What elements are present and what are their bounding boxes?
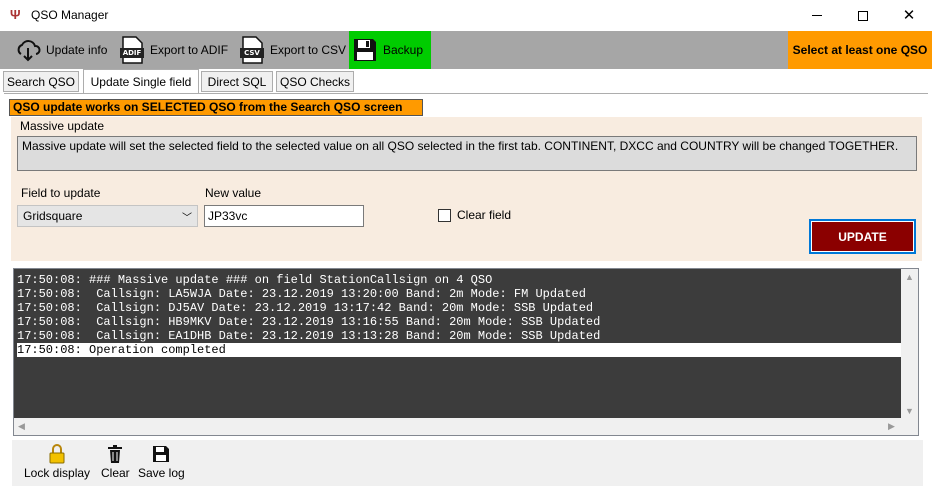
field-select-value: Gridsquare: [23, 209, 83, 223]
group-title: Massive update: [20, 119, 105, 133]
lock-display-button[interactable]: Lock display: [24, 444, 90, 480]
bottom-toolbar: Lock display Clear Save log: [12, 440, 923, 486]
floppy-disk-icon: [152, 444, 170, 464]
scroll-left-icon[interactable]: ◀: [18, 422, 25, 431]
log-line[interactable]: 17:50:08: Callsign: HB9MKV Date: 23.12.2…: [17, 315, 902, 329]
horizontal-scrollbar[interactable]: ◀ ▶: [14, 418, 901, 435]
export-csv-button[interactable]: CSV Export to CSV: [238, 31, 346, 69]
log-line[interactable]: 17:50:08: Callsign: LA5WJA Date: 23.12.2…: [17, 287, 902, 301]
new-value-input[interactable]: JP33vc: [204, 205, 364, 227]
log-line-selected[interactable]: 17:50:08: Operation completed: [17, 343, 902, 357]
minimize-icon: [812, 15, 822, 16]
adif-file-icon: ADIF: [118, 36, 146, 64]
vertical-scrollbar[interactable]: ▲ ▼: [901, 269, 918, 419]
window-title: QSO Manager: [31, 8, 109, 22]
chevron-down-icon: ﹀: [182, 213, 192, 224]
export-csv-label: Export to CSV: [270, 43, 347, 57]
csv-file-icon: CSV: [238, 36, 266, 64]
close-button[interactable]: ✕: [886, 0, 932, 31]
tab-direct-sql[interactable]: Direct SQL: [201, 71, 273, 92]
clear-label: Clear: [101, 466, 130, 480]
group-description: Massive update will set the selected fie…: [17, 136, 917, 171]
lock-icon: [49, 444, 65, 464]
maximize-icon: [858, 10, 868, 21]
tab-update-single-field[interactable]: Update Single field: [83, 69, 199, 93]
trash-icon: [107, 444, 123, 464]
scroll-down-icon[interactable]: ▼: [905, 407, 914, 416]
maximize-button[interactable]: [840, 0, 886, 31]
update-button[interactable]: UPDATE: [809, 219, 916, 254]
csv-badge: CSV: [242, 48, 262, 58]
lock-display-label: Lock display: [24, 466, 91, 480]
update-info-label: Update info: [46, 43, 108, 57]
new-value-label: New value: [205, 186, 262, 200]
tab-search-qso[interactable]: Search QSO: [3, 71, 79, 92]
massive-update-group: Massive update Massive update will set t…: [11, 117, 922, 261]
clear-field-label: Clear field: [457, 208, 512, 222]
backup-button[interactable]: Backup: [349, 31, 431, 69]
scroll-right-icon[interactable]: ▶: [888, 422, 895, 431]
floppy-disk-icon: [351, 36, 379, 64]
save-log-label: Save log: [138, 466, 185, 480]
log-lines: 17:50:08: ### Massive update ### on fiel…: [17, 273, 902, 357]
tab-qso-checks[interactable]: QSO Checks: [276, 71, 354, 92]
title-bar: Ψ QSO Manager ✕: [0, 0, 932, 31]
clear-field-checkbox[interactable]: [438, 209, 451, 222]
backup-label: Backup: [383, 43, 424, 57]
save-log-button[interactable]: Save log: [138, 444, 185, 480]
log-line[interactable]: 17:50:08: Callsign: DJ5AV Date: 23.12.20…: [17, 301, 902, 315]
log-line[interactable]: 17:50:08: ### Massive update ### on fiel…: [17, 273, 902, 287]
warning-banner: QSO update works on SELECTED QSO from th…: [9, 99, 423, 116]
app-icon: Ψ: [10, 7, 21, 22]
field-select[interactable]: Gridsquare ﹀: [17, 205, 198, 227]
update-info-button[interactable]: Update info: [14, 31, 107, 69]
log-display[interactable]: 17:50:08: ### Massive update ### on fiel…: [13, 268, 919, 436]
log-line[interactable]: 17:50:08: Callsign: EA1DHB Date: 23.12.2…: [17, 329, 902, 343]
scroll-corner: [901, 418, 918, 435]
clear-log-button[interactable]: Clear: [101, 444, 130, 480]
close-icon: ✕: [902, 7, 916, 24]
field-to-update-label: Field to update: [21, 186, 101, 200]
scroll-up-icon[interactable]: ▲: [905, 273, 914, 282]
export-adif-button[interactable]: ADIF Export to ADIF: [118, 31, 228, 69]
export-adif-label: Export to ADIF: [150, 43, 229, 57]
adif-badge: ADIF: [120, 48, 144, 58]
download-cloud-icon: [14, 36, 42, 64]
selection-status: Select at least one QSO: [788, 31, 932, 69]
minimize-button[interactable]: [794, 0, 840, 31]
tab-strip: Search QSO Update Single field Direct SQ…: [3, 69, 929, 93]
